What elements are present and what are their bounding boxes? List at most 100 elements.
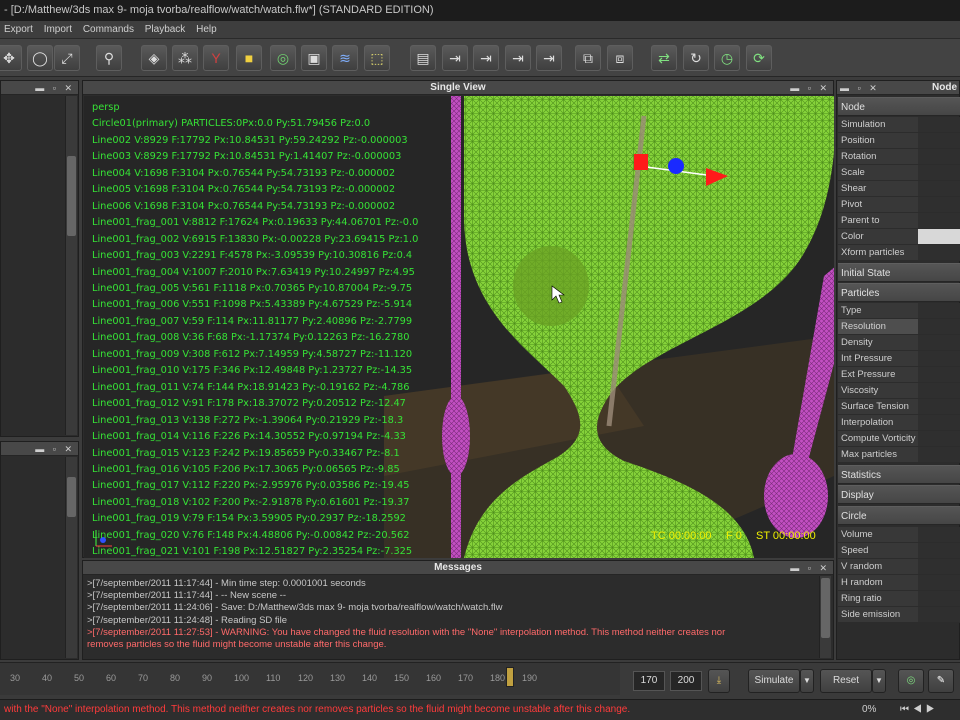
property-xform-particles[interactable]: Xform particles [838, 245, 960, 261]
property-value[interactable] [918, 527, 960, 542]
property-value[interactable] [918, 335, 960, 350]
property-color[interactable]: Color [838, 229, 960, 245]
property-value[interactable] [918, 559, 960, 574]
export3-icon[interactable]: ⇥ [505, 45, 531, 71]
property-type[interactable]: Type [838, 303, 960, 319]
property-resolution[interactable]: Resolution [838, 319, 960, 335]
daemon-icon[interactable]: Y [203, 45, 229, 71]
gizmo-handle-blue[interactable] [668, 158, 684, 174]
messages-scrollbar[interactable] [819, 576, 831, 658]
property-ring-ratio[interactable]: Ring ratio [838, 591, 960, 607]
property-value[interactable] [918, 383, 960, 398]
property-position[interactable]: Position [838, 133, 960, 149]
menu-commands[interactable]: Commands [79, 21, 138, 39]
timeline-ruler[interactable]: 30 40 50 60 70 80 90 100 110 120 130 140 150 160 170 18… [0, 663, 620, 695]
render-icon[interactable]: ⧈ [607, 45, 633, 71]
property-compute-vorticity[interactable]: Compute Vorticity [838, 431, 960, 447]
reset-dropdown-icon[interactable]: ▼ [872, 669, 886, 693]
cube-icon[interactable]: ⧉ [575, 45, 601, 71]
property-interpolation[interactable]: Interpolation [838, 415, 960, 431]
set-frame-icon[interactable]: ⤓ [708, 669, 730, 693]
end-frame-field[interactable]: 170 [633, 671, 665, 691]
layers-icon[interactable]: ◈ [141, 45, 167, 71]
property-simulation[interactable]: Simulation [838, 117, 960, 133]
property-value[interactable] [918, 319, 960, 334]
property-value[interactable] [918, 607, 960, 622]
playback-controls-icon[interactable]: ⏮◀▶ [900, 700, 939, 720]
property-h-random[interactable]: H random [838, 575, 960, 591]
graph-icon[interactable]: ↻ [683, 45, 709, 71]
property-value[interactable] [918, 245, 960, 260]
scroll-thumb[interactable] [67, 156, 76, 236]
property-value[interactable] [918, 149, 960, 164]
grid-icon[interactable]: ▤ [410, 45, 436, 71]
rotate-icon[interactable]: ◯ [27, 45, 53, 71]
property-surface-tension[interactable]: Surface Tension [838, 399, 960, 415]
simulate-button[interactable]: Simulate [748, 669, 800, 693]
property-pivot[interactable]: Pivot [838, 197, 960, 213]
property-value[interactable] [918, 303, 960, 318]
wave-icon[interactable]: ≋ [332, 45, 358, 71]
nodes-icon[interactable]: ⁂ [172, 45, 198, 71]
gizmo-handle-red[interactable] [634, 154, 648, 170]
property-value[interactable] [918, 543, 960, 558]
script-icon[interactable]: ⇄ [651, 45, 677, 71]
property-value[interactable] [918, 197, 960, 212]
menu-help[interactable]: Help [192, 21, 221, 39]
property-rotation[interactable]: Rotation [838, 149, 960, 165]
record-icon[interactable]: ◎ [898, 669, 924, 693]
property-v-random[interactable]: V random [838, 559, 960, 575]
cache-icon[interactable]: ✎ [928, 669, 954, 693]
property-speed[interactable]: Speed [838, 543, 960, 559]
left-panel-top-scrollbar[interactable] [65, 96, 77, 435]
max-frame-field[interactable]: 200 [670, 671, 702, 691]
scroll-thumb[interactable] [821, 578, 830, 638]
simulate-dropdown-icon[interactable]: ▼ [800, 669, 814, 693]
property-max-particles[interactable]: Max particles [838, 447, 960, 463]
axis-icon[interactable]: ⚲ [96, 45, 122, 71]
section-statistics[interactable]: Statistics [838, 465, 960, 484]
section-particles[interactable]: Particles [838, 283, 960, 302]
mesh-icon[interactable]: ⬚ [364, 45, 390, 71]
property-value[interactable] [918, 133, 960, 148]
property-value[interactable] [918, 213, 960, 228]
export4-icon[interactable]: ⇥ [536, 45, 562, 71]
property-value[interactable] [918, 181, 960, 196]
camera-icon[interactable]: ▣ [301, 45, 327, 71]
section-circle[interactable]: Circle [838, 506, 960, 525]
property-side-emission[interactable]: Side emission [838, 607, 960, 623]
clock-icon[interactable]: ◷ [714, 45, 740, 71]
property-int-pressure[interactable]: Int Pressure [838, 351, 960, 367]
emitter-icon[interactable]: ◎ [270, 45, 296, 71]
property-value[interactable] [918, 415, 960, 430]
property-value[interactable] [918, 165, 960, 180]
export2-icon[interactable]: ⇥ [473, 45, 499, 71]
property-viscosity[interactable]: Viscosity [838, 383, 960, 399]
property-value[interactable] [918, 367, 960, 382]
object-icon[interactable]: ■ [236, 45, 262, 71]
reload-icon[interactable]: ⟳ [746, 45, 772, 71]
section-display[interactable]: Display [838, 485, 960, 504]
left-panel-bottom-scrollbar[interactable] [65, 457, 77, 658]
property-value[interactable] [918, 431, 960, 446]
viewport-3d[interactable]: persp Circle01(primary) PARTICLES:0Px:0.0… [84, 96, 834, 558]
timeline-cursor[interactable] [506, 667, 514, 687]
export-icon[interactable]: ⇥ [442, 45, 468, 71]
property-density[interactable]: Density [838, 335, 960, 351]
section-initial-state[interactable]: Initial State [838, 263, 960, 282]
panel-controls-icon[interactable]: ▬ ▫ ✕ [35, 442, 75, 456]
property-ext-pressure[interactable]: Ext Pressure [838, 367, 960, 383]
panel-controls-icon[interactable]: ▬ ▫ ✕ [35, 81, 75, 95]
property-volume[interactable]: Volume [838, 527, 960, 543]
property-value[interactable] [918, 575, 960, 590]
property-value[interactable] [918, 399, 960, 414]
property-value[interactable] [918, 351, 960, 366]
menu-export[interactable]: Export [0, 21, 37, 39]
property-value[interactable] [918, 117, 960, 132]
section-node[interactable]: Node [838, 97, 960, 116]
property-scale[interactable]: Scale [838, 165, 960, 181]
menu-playback[interactable]: Playback [141, 21, 190, 39]
panel-controls-icon[interactable]: ▬ ▫ ✕ [790, 561, 830, 575]
reset-button[interactable]: Reset [820, 669, 872, 693]
property-value[interactable] [918, 447, 960, 462]
